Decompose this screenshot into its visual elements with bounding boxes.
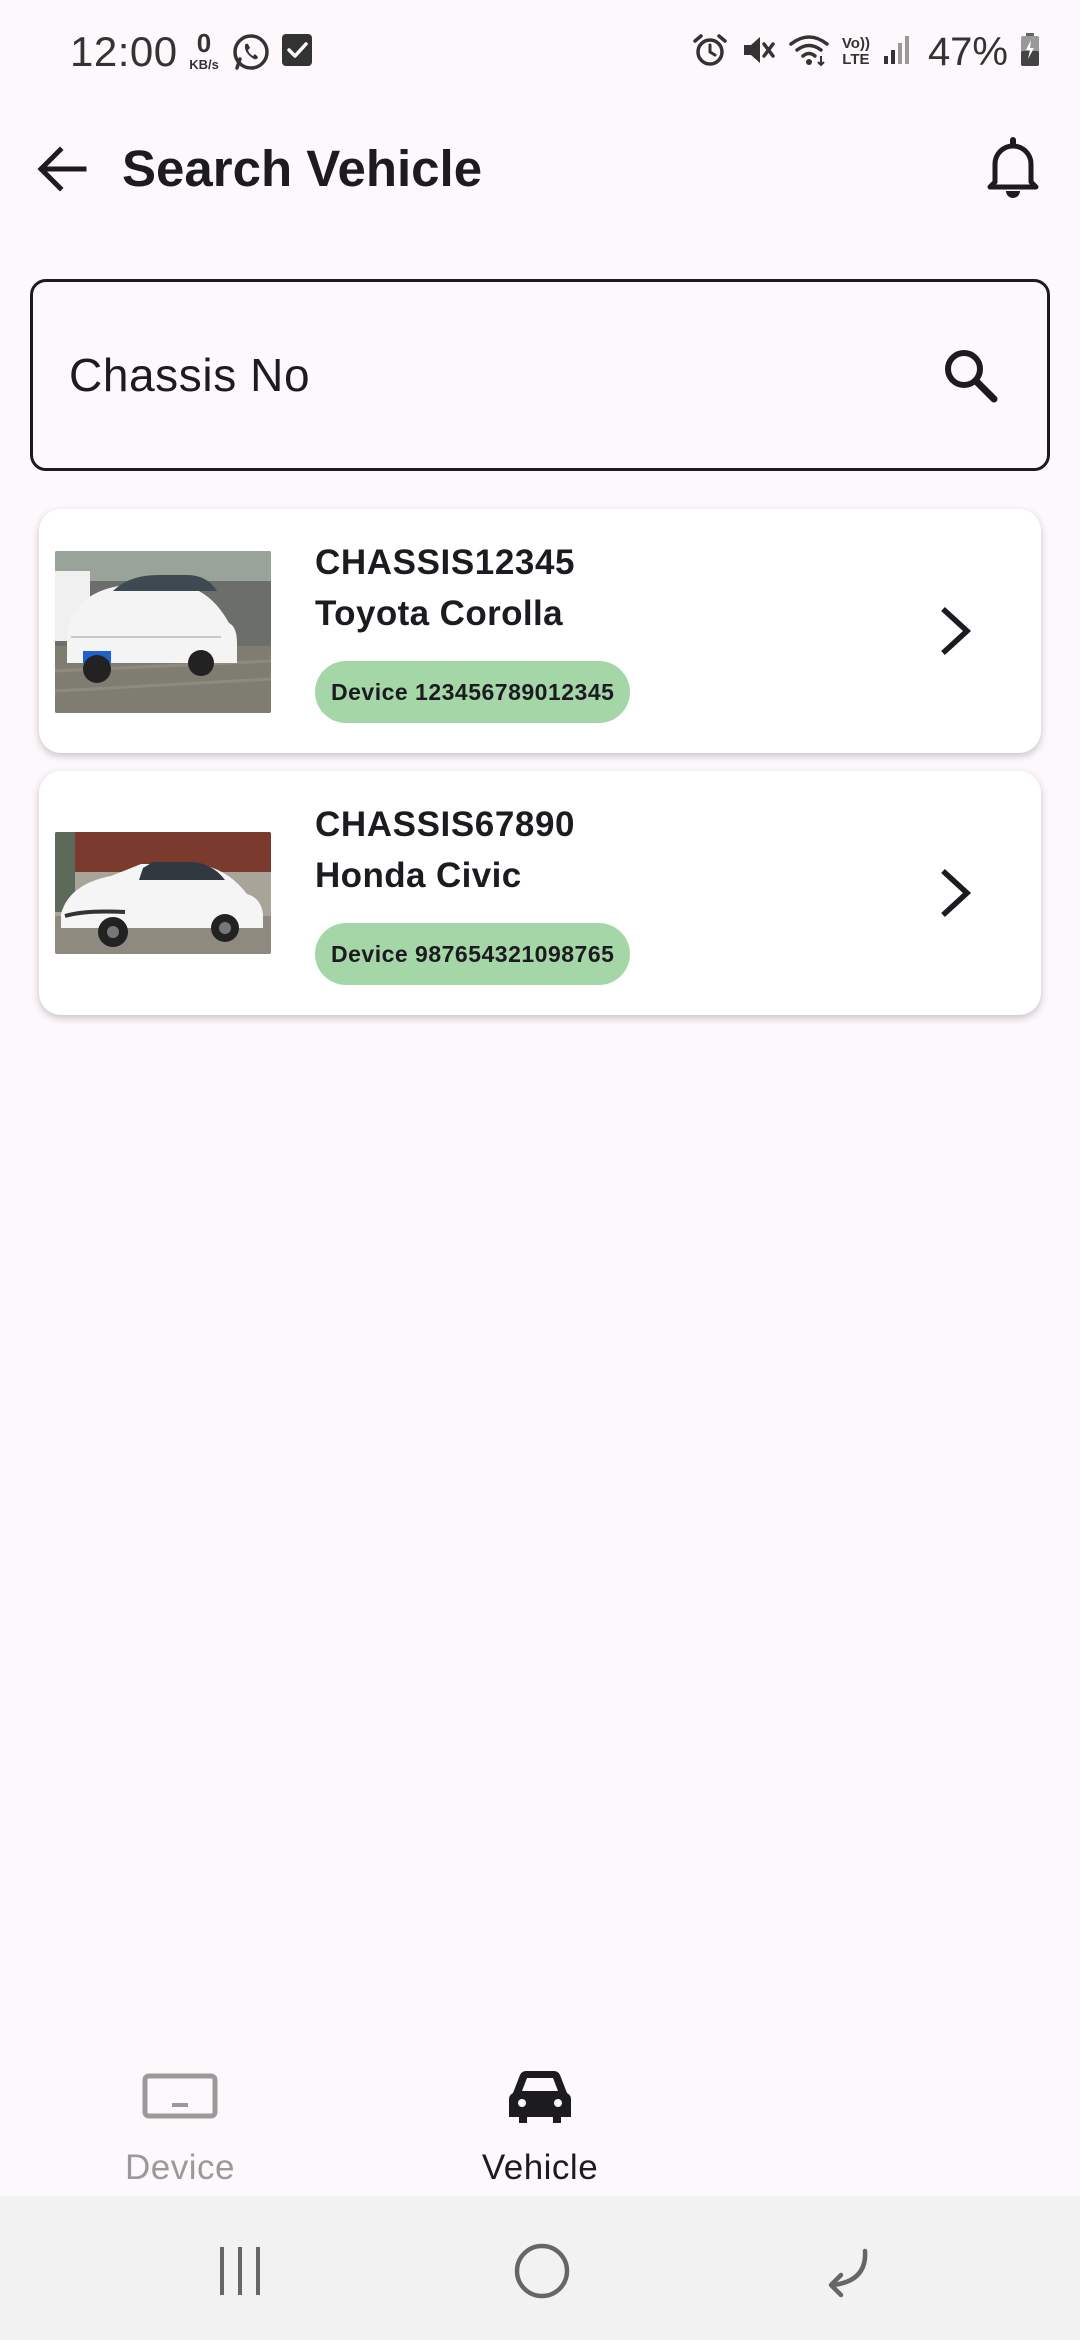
system-back-button[interactable] xyxy=(800,2226,890,2316)
vehicle-photo xyxy=(55,832,271,954)
search-placeholder: Chassis No xyxy=(69,349,311,401)
search-button[interactable] xyxy=(927,332,1013,418)
nav-label-vehicle: Vehicle xyxy=(481,2148,599,2187)
battery-icon xyxy=(1020,32,1040,72)
search-input[interactable]: Chassis No xyxy=(30,279,1050,471)
signal-icon xyxy=(882,34,912,71)
home-button[interactable] xyxy=(497,2226,587,2316)
vehicle-photo xyxy=(55,551,271,713)
vehicle-model: Honda Civic xyxy=(315,856,522,895)
alarm-icon xyxy=(692,32,728,73)
status-right-icons: Vo)) LTE 47% xyxy=(692,28,1040,76)
net-speed-value: 0 xyxy=(196,28,212,58)
net-speed: 0 KB/s xyxy=(184,30,224,71)
nav-label-device: Device xyxy=(125,2148,235,2187)
bottom-navigation: Device Vehicle xyxy=(0,2030,1080,2196)
recents-icon xyxy=(220,2247,260,2295)
status-time: 12:00 xyxy=(70,28,178,75)
volte-lte-icon: Vo)) LTE xyxy=(842,36,870,68)
back-icon xyxy=(828,2248,868,2298)
screen: 12:00 0 KB/s Vo)) LTE 47% Search Vehicle… xyxy=(0,0,1080,2340)
notifications-button[interactable] xyxy=(976,131,1050,205)
home-icon xyxy=(514,2243,570,2299)
chevron-right-icon xyxy=(941,606,972,656)
device-icon xyxy=(140,2066,220,2126)
net-speed-unit: KB/s xyxy=(189,57,219,72)
chassis-number: CHASSIS67890 xyxy=(315,805,576,844)
vehicle-card[interactable]: CHASSIS67890 Honda Civic Device 98765432… xyxy=(39,771,1041,1015)
chevron-right-icon xyxy=(941,868,972,918)
bell-icon xyxy=(987,137,1039,198)
recents-button[interactable] xyxy=(195,2226,285,2316)
chassis-number: CHASSIS12345 xyxy=(315,543,576,582)
status-bar: 12:00 0 KB/s Vo)) LTE 47% xyxy=(0,0,1080,104)
open-vehicle-button[interactable] xyxy=(917,855,993,931)
page-title: Search Vehicle xyxy=(122,140,483,197)
search-icon xyxy=(945,350,998,403)
open-vehicle-button[interactable] xyxy=(917,593,993,669)
app-bar: Search Vehicle xyxy=(0,104,1080,228)
nav-item-vehicle[interactable]: Vehicle xyxy=(360,2030,720,2196)
wifi-icon xyxy=(788,32,830,73)
volte-label: Vo)) xyxy=(841,35,870,53)
nav-item-device[interactable]: Device xyxy=(0,2030,360,2196)
battery-percent: 47% xyxy=(927,29,1008,74)
device-badge: Device 123456789012345 xyxy=(315,661,631,723)
vehicle-model: Toyota Corolla xyxy=(315,594,564,633)
lte-label: LTE xyxy=(842,51,870,68)
car-icon xyxy=(500,2066,580,2126)
checkbox-notification-icon xyxy=(281,32,313,73)
arrow-left-icon xyxy=(37,146,87,192)
vehicle-card[interactable]: CHASSIS12345 Toyota Corolla Device 12345… xyxy=(39,509,1041,753)
system-navigation-bar xyxy=(0,2196,1080,2340)
device-badge: Device 987654321098765 xyxy=(315,923,631,985)
whatsapp-icon xyxy=(231,32,271,77)
back-button[interactable] xyxy=(26,134,96,204)
mute-icon xyxy=(740,32,776,73)
